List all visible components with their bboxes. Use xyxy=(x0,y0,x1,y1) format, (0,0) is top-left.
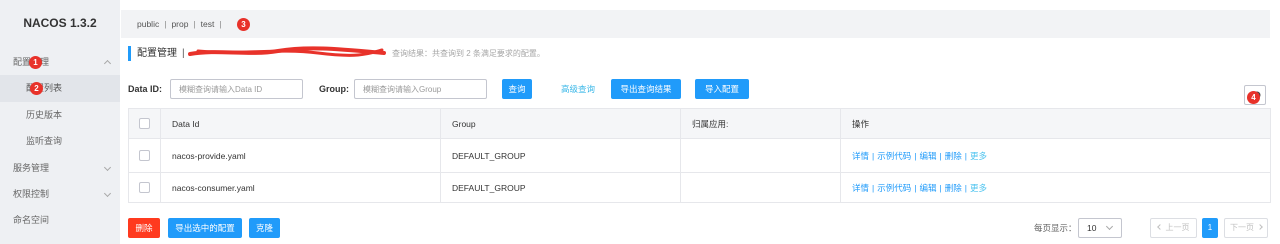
data-id-cell: nacos-provide.yaml xyxy=(160,138,441,173)
table-row: nacos-provide.yaml DEFAULT_GROUP 详情 | 示例代码… xyxy=(128,138,1271,173)
sidebar-item-label: 命名空间 xyxy=(13,215,50,226)
namespace-public[interactable]: public xyxy=(137,19,159,29)
action-separator: | xyxy=(872,182,875,193)
more-link[interactable]: 更多 xyxy=(970,151,987,161)
column-header-data-id: Data Id xyxy=(160,108,441,139)
import-config-button[interactable]: 导入配置 xyxy=(695,79,749,99)
page-title: 配置管理 xyxy=(137,48,177,59)
app-title: NACOS 1.3.2 xyxy=(23,16,97,30)
action-separator: | xyxy=(964,150,967,161)
edit-link[interactable]: 编辑 xyxy=(919,151,936,161)
row-select-cell xyxy=(128,138,161,173)
annotation-badge: 1 xyxy=(29,56,42,69)
sidebar-item-config-list[interactable]: 配置列表 xyxy=(0,75,120,102)
column-header-app: 归属应用: xyxy=(680,108,841,139)
sample-code-link[interactable]: 示例代码 xyxy=(877,183,911,193)
action-separator: | xyxy=(914,182,917,193)
query-button[interactable]: 查询 xyxy=(502,79,532,99)
sidebar-item-label: 服务管理 xyxy=(13,162,50,173)
group-input[interactable] xyxy=(354,79,487,99)
row-checkbox[interactable] xyxy=(139,150,150,162)
data-id-label: Data ID: xyxy=(128,84,163,94)
actions-cell: 详情 | 示例代码 | 编辑 | 删除 | 更多 xyxy=(840,172,1271,203)
advanced-query-link[interactable]: 高级查询 xyxy=(561,79,595,99)
action-separator: | xyxy=(872,150,875,161)
sidebar-menu: 配置管理 配置列表 历史版本 监听查询 服务管理 权限控制 命名空间 xyxy=(0,49,120,234)
column-header-actions: 操作 xyxy=(840,108,1271,139)
namespace-test[interactable]: test xyxy=(201,19,215,29)
namespace-separator: | xyxy=(219,19,222,29)
actions-cell: 详情 | 示例代码 | 编辑 | 删除 | 更多 xyxy=(840,138,1271,173)
redaction-scribble xyxy=(188,46,386,57)
table-header-row: Data Id Group 归属应用: 操作 xyxy=(128,108,1271,139)
next-page-label: 下一页 xyxy=(1230,223,1254,232)
detail-link[interactable]: 详情 xyxy=(852,183,869,193)
chevron-down-icon xyxy=(103,163,112,171)
chevron-up-icon xyxy=(103,59,112,68)
sidebar-item-listener-query[interactable]: 监听查询 xyxy=(0,128,120,154)
app-cell xyxy=(680,138,841,173)
header-separator: | xyxy=(182,48,185,59)
row-checkbox[interactable] xyxy=(139,182,150,194)
more-link[interactable]: 更多 xyxy=(970,183,987,193)
prev-page-button[interactable]: 上一页 xyxy=(1150,218,1197,238)
edit-link[interactable]: 编辑 xyxy=(919,183,936,193)
action-separator: | xyxy=(964,182,967,193)
delete-link[interactable]: 删除 xyxy=(945,151,962,161)
export-selected-button[interactable]: 导出选中的配置 xyxy=(168,218,242,238)
annotation-badge: 2 xyxy=(30,82,43,95)
delete-selected-button[interactable]: 删除 xyxy=(128,218,160,238)
row-select-cell xyxy=(128,172,161,203)
page-size-select[interactable]: 10 xyxy=(1078,218,1122,238)
namespace-separator: | xyxy=(164,19,167,29)
namespace-prop[interactable]: prop xyxy=(171,19,188,29)
config-table: Data Id Group 归属应用: 操作 nacos-provide.yam… xyxy=(128,108,1271,203)
sidebar-item-history[interactable]: 历史版本 xyxy=(0,102,120,128)
chevron-left-icon xyxy=(1156,224,1163,230)
sidebar: NACOS 1.3.2 配置管理 配置列表 历史版本 监听查询 服务管理 权限控… xyxy=(0,0,120,244)
data-id-cell: nacos-consumer.yaml xyxy=(160,172,441,203)
header-accent-bar xyxy=(128,46,131,61)
sidebar-item-label: 历史版本 xyxy=(26,109,63,120)
select-all-checkbox[interactable] xyxy=(139,118,150,130)
sidebar-item-config-management[interactable]: 配置管理 xyxy=(0,49,120,75)
column-header-group: Group xyxy=(440,108,681,139)
page-size-label: 每页显示： xyxy=(1034,223,1077,233)
namespace-separator: | xyxy=(193,19,196,29)
table-row: nacos-consumer.yaml DEFAULT_GROUP 详情 | 示例代… xyxy=(128,172,1271,203)
action-separator: | xyxy=(914,150,917,161)
select-all-cell xyxy=(128,108,161,139)
sidebar-item-label: 监听查询 xyxy=(26,136,63,147)
data-id-input[interactable] xyxy=(170,79,303,99)
sidebar-item-label: 权限控制 xyxy=(13,188,50,199)
group-label: Group: xyxy=(319,84,349,94)
annotation-badge: 3 xyxy=(237,18,250,31)
sample-code-link[interactable]: 示例代码 xyxy=(877,151,911,161)
delete-link[interactable]: 删除 xyxy=(945,183,962,193)
action-separator: | xyxy=(939,182,942,193)
sidebar-item-access-control[interactable]: 权限控制 xyxy=(0,181,120,207)
sidebar-item-namespace[interactable]: 命名空间 xyxy=(0,207,120,233)
chevron-right-icon xyxy=(1257,224,1263,230)
namespace-bar: public | prop | test | xyxy=(121,10,1270,38)
detail-link[interactable]: 详情 xyxy=(852,151,869,161)
export-query-results-button[interactable]: 导出查询结果 xyxy=(611,79,681,99)
page-number-current[interactable]: 1 xyxy=(1202,218,1218,238)
prev-page-label: 上一页 xyxy=(1165,223,1190,232)
next-page-button[interactable]: 下一页 xyxy=(1224,218,1268,238)
group-cell: DEFAULT_GROUP xyxy=(440,138,681,173)
sidebar-item-service-management[interactable]: 服务管理 xyxy=(0,155,120,181)
query-result-text: 查询结果：共查询到 2 条满足要求的配置。 xyxy=(392,49,545,58)
action-separator: | xyxy=(939,150,942,161)
chevron-down-icon xyxy=(103,189,112,197)
clone-button[interactable]: 克隆 xyxy=(249,218,280,238)
page-size-value: 10 xyxy=(1087,223,1097,233)
group-cell: DEFAULT_GROUP xyxy=(440,172,681,203)
chevron-down-icon xyxy=(1105,222,1114,231)
app-cell xyxy=(680,172,841,203)
annotation-badge: 4 xyxy=(1247,91,1260,104)
